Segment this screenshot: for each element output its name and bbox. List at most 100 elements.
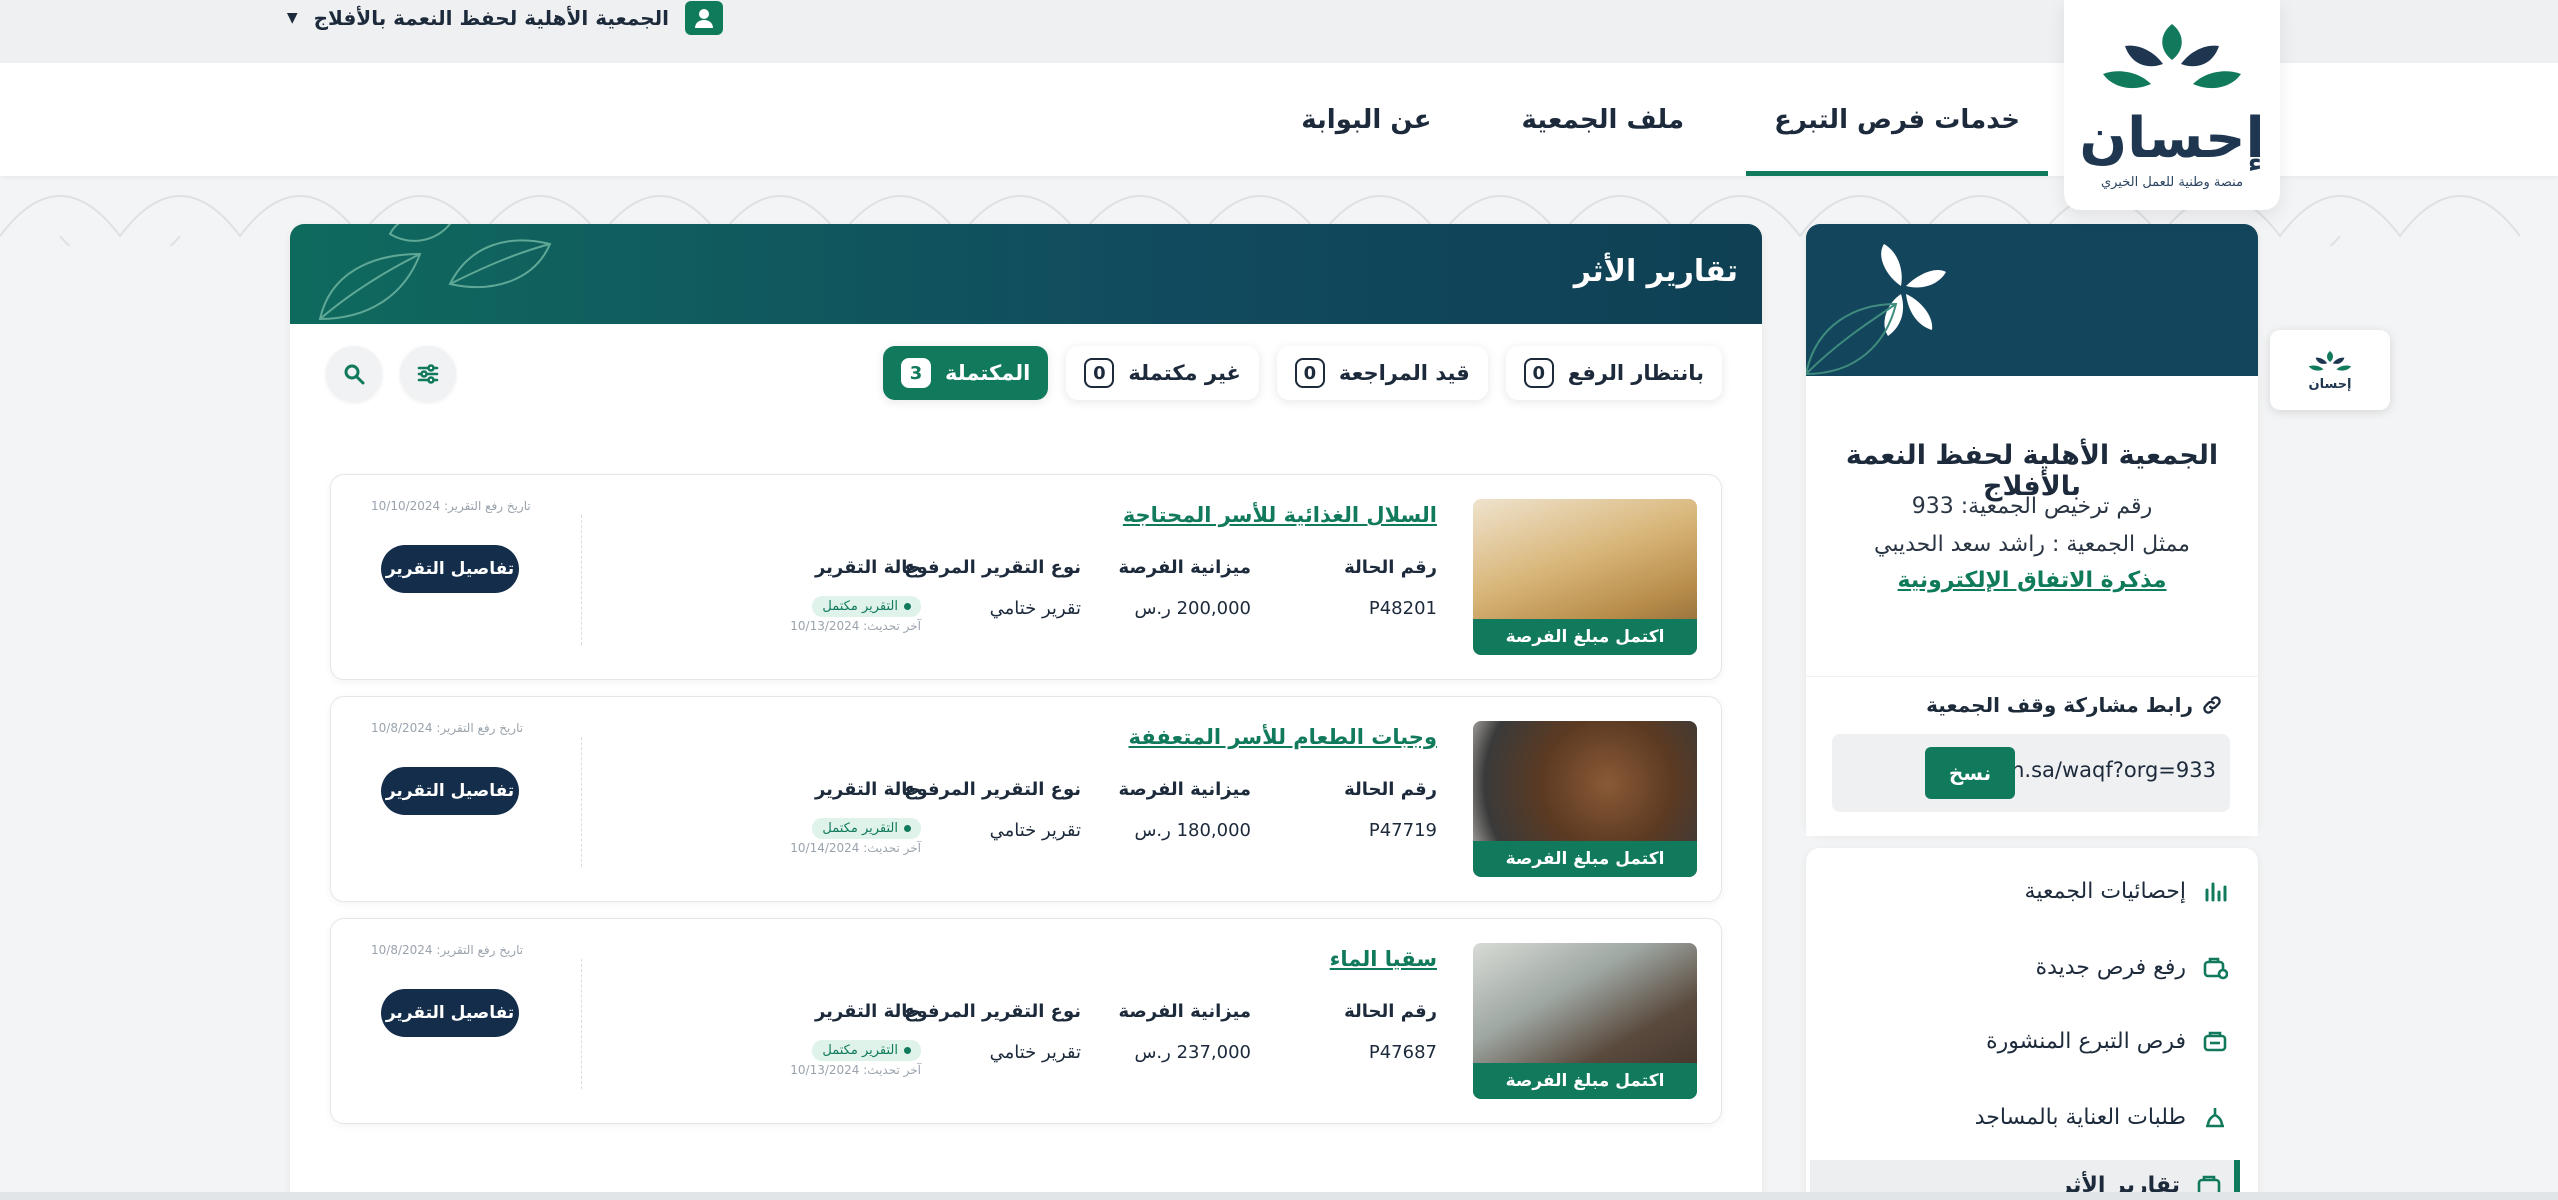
col-label: ميزانية الفرصة — [1118, 1001, 1251, 1022]
card-divider — [581, 737, 582, 867]
filter-label: قيد المراجعة — [1338, 361, 1470, 385]
case-number-col: رقم الحالة P48201 — [1344, 557, 1437, 619]
status-text: التقرير مكتمل — [822, 821, 898, 836]
report-status-col: حالة التقرير التقرير مكتمل آخر تحديث: 10… — [790, 779, 921, 855]
filter-label: بانتظار الرفع — [1567, 361, 1704, 385]
bar-chart-icon — [2200, 876, 2230, 906]
menu-item-org-stats[interactable]: إحصائيات الجمعية — [1810, 866, 2240, 916]
col-label: حالة التقرير — [814, 779, 921, 800]
org-switcher-name: الجمعية الأهلية لحفظ النعمة بالأفلاج — [313, 6, 669, 30]
report-details-button[interactable]: تفاصيل التقرير — [381, 767, 519, 815]
report-thumbnail: اكتمل مبلغ الفرصة — [1473, 943, 1697, 1099]
main-nav: خدمات فرص التبرع ملف الجمعية عن البوابة — [1273, 63, 2048, 176]
case-number: P47687 — [1368, 1042, 1437, 1063]
filter-count: 0 — [1294, 358, 1325, 388]
filter-label: المكتملة — [945, 361, 1031, 385]
col-label: ميزانية الفرصة — [1118, 557, 1251, 578]
menu-item-upload-new[interactable]: رفع فرص جديدة — [1810, 942, 2240, 992]
filter-completed[interactable]: المكتملة 3 — [883, 346, 1049, 400]
case-number: P47719 — [1368, 820, 1437, 841]
filter-under-review[interactable]: قيد المراجعة 0 — [1276, 346, 1488, 400]
status-badge: التقرير مكتمل — [812, 1040, 921, 1061]
completion-ribbon: اكتمل مبلغ الفرصة — [1473, 1063, 1697, 1099]
impact-reports-panel: تقارير الأثر بانتظار الرفع 0 قيد المراجع… — [290, 224, 1762, 1200]
upload-date: تاريخ رفع التقرير: 10/8/2024 — [371, 943, 524, 957]
filter-count: 0 — [1084, 358, 1115, 388]
report-card: اكتمل مبلغ الفرصة سقيا الماء رقم الحالة … — [330, 918, 1722, 1124]
report-status-col: حالة التقرير التقرير مكتمل آخر تحديث: 10… — [790, 557, 921, 633]
org-representative: ممثل الجمعية : راشد سعد الحديبي — [1874, 532, 2190, 557]
report-type: تقرير ختامي — [989, 1042, 1081, 1063]
tab-label: عن البوابة — [1301, 104, 1432, 135]
org-name: الجمعية الأهلية لحفظ النعمة بالأفلاج — [1845, 440, 2219, 502]
report-type-col: نوع التقرير المرفوع تقرير ختامي — [904, 779, 1081, 841]
report-title-link[interactable]: السلال الغذائية للأسر المحتاجة — [1123, 503, 1437, 527]
search-icon — [344, 364, 365, 385]
brand-tagline: منصة وطنية للعمل الخيري — [2100, 175, 2244, 190]
report-thumbnail: اكتمل مبلغ الفرصة — [1473, 499, 1697, 655]
upload-date: تاريخ رفع التقرير: 10/10/2024 — [371, 499, 531, 513]
brand-leaf-mark-icon — [2308, 350, 2352, 371]
last-update: آخر تحديث: 10/13/2024 — [790, 1063, 921, 1077]
brand-logo[interactable]: إحسان منصة وطنية للعمل الخيري — [2064, 0, 2280, 210]
filter-count: 0 — [1523, 358, 1554, 388]
report-title-link[interactable]: وجبات الطعام للأسر المتعففة — [1129, 725, 1437, 749]
col-label: نوع التقرير المرفوع — [904, 1001, 1081, 1022]
last-update: آخر تحديث: 10/13/2024 — [790, 619, 921, 633]
brand-wordmark: إحسان — [2079, 106, 2265, 171]
org-card-banner — [1806, 224, 2258, 376]
menu-item-label: فرص التبرع المنشورة — [1986, 1028, 2186, 1054]
org-license-number: رقم ترخيص الجمعية: 933 — [1911, 494, 2153, 519]
sliders-icon — [417, 364, 439, 384]
menu-item-label: طلبات العناية بالمساجد — [1974, 1104, 2186, 1130]
tab-org-profile[interactable]: ملف الجمعية — [1494, 63, 1713, 176]
memo-agreement-link[interactable]: مذكرة الاتفاق الإلكترونية — [1806, 568, 2258, 593]
status-text: التقرير مكتمل — [822, 1043, 898, 1058]
status-dot — [904, 603, 911, 610]
status-badge: التقرير مكتمل — [812, 596, 921, 617]
report-type-col: نوع التقرير المرفوع تقرير ختامي — [904, 1001, 1081, 1063]
share-link-title: رابط مشاركة وقف الجمعية — [1926, 693, 2223, 717]
report-type-col: نوع التقرير المرفوع تقرير ختامي — [904, 557, 1081, 619]
share-link-title-text: رابط مشاركة وقف الجمعية — [1926, 693, 2193, 717]
budget-value: 180,000 ر.س — [1134, 820, 1251, 841]
upload-box-icon — [2200, 952, 2230, 982]
card-divider — [581, 515, 582, 645]
completion-ribbon: اكتمل مبلغ الفرصة — [1473, 841, 1697, 877]
filter-incomplete[interactable]: غير مكتملة 0 — [1066, 346, 1259, 400]
panel-title: تقارير الأثر — [1573, 254, 1738, 289]
col-label: نوع التقرير المرفوع — [904, 557, 1081, 578]
report-details-button[interactable]: تفاصيل التقرير — [381, 989, 519, 1037]
filter-settings-button[interactable] — [400, 346, 456, 402]
copy-link-button[interactable]: نسخ — [1925, 747, 2015, 799]
upload-date: تاريخ رفع التقرير: 10/8/2024 — [371, 721, 524, 735]
status-text: التقرير مكتمل — [822, 599, 898, 614]
filter-pending-upload[interactable]: بانتظار الرفع 0 — [1505, 346, 1722, 400]
budget-value: 237,000 ر.س — [1134, 1042, 1251, 1063]
caret-down-icon: ▼ — [286, 10, 298, 26]
report-card: اكتمل مبلغ الفرصة السلال الغذائية للأسر … — [330, 474, 1722, 680]
menu-item-published-opportunities[interactable]: فرص التبرع المنشورة — [1810, 1016, 2240, 1066]
org-mini-logo: إحسان — [2270, 330, 2390, 410]
status-badge: التقرير مكتمل — [812, 818, 921, 839]
report-card: اكتمل مبلغ الفرصة وجبات الطعام للأسر الم… — [330, 696, 1722, 902]
budget-col: ميزانية الفرصة 180,000 ر.س — [1118, 779, 1251, 841]
menu-item-label: رفع فرص جديدة — [2035, 954, 2186, 980]
org-switcher[interactable]: الجمعية الأهلية لحفظ النعمة بالأفلاج ▼ — [287, 0, 723, 36]
tab-donation-services[interactable]: خدمات فرص التبرع — [1746, 63, 2048, 176]
window-bottom-edge — [0, 1192, 2558, 1200]
case-number-col: رقم الحالة P47719 — [1344, 779, 1437, 841]
report-title-link[interactable]: سقيا الماء — [1330, 947, 1437, 971]
report-details-button[interactable]: تفاصيل التقرير — [381, 545, 519, 593]
leaf-outline-decoration-icon — [1806, 302, 1898, 376]
col-label: حالة التقرير — [814, 1001, 921, 1022]
panel-banner: تقارير الأثر — [290, 224, 1762, 324]
filter-label: غير مكتملة — [1128, 361, 1241, 385]
menu-item-mosque-care[interactable]: طلبات العناية بالمساجد — [1810, 1092, 2240, 1142]
mini-logo-wordmark: إحسان — [2308, 376, 2352, 392]
tab-label: ملف الجمعية — [1521, 104, 1685, 135]
status-dot — [904, 1047, 911, 1054]
report-type: تقرير ختامي — [989, 598, 1081, 619]
search-button[interactable] — [326, 346, 382, 402]
tab-about-portal[interactable]: عن البوابة — [1273, 63, 1459, 176]
